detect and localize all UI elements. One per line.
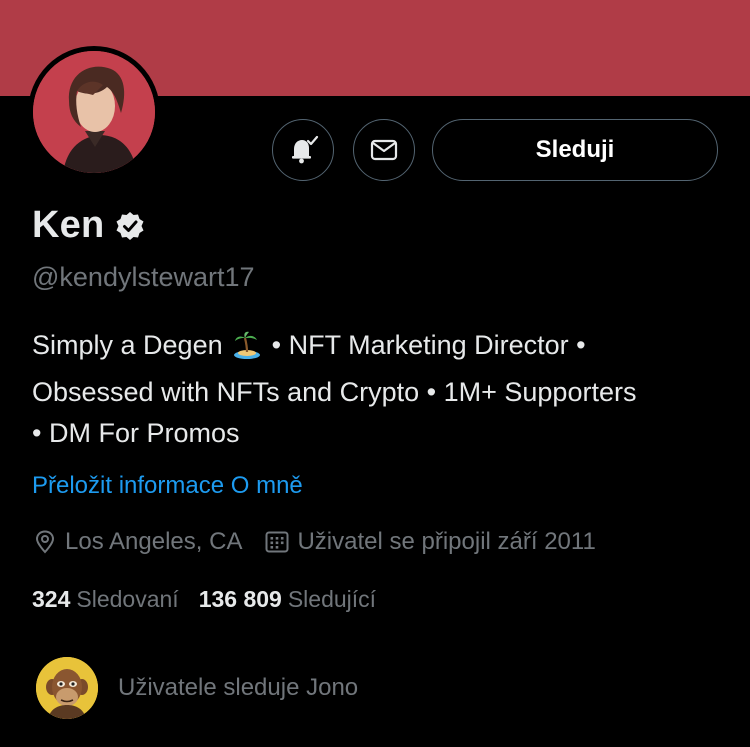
envelope-icon [370, 139, 398, 161]
profile-avatar[interactable] [28, 46, 160, 178]
followers-link[interactable]: 136 809 Sledující [199, 586, 376, 613]
following-count: 324 [32, 586, 71, 612]
profile-name-row: Ken [32, 204, 146, 247]
location-item: Los Angeles, CA [32, 528, 242, 556]
followers-count: 136 809 [198, 586, 282, 612]
bio-line: Obsessed with NFTs and Crypto • 1M+ Supp… [32, 377, 637, 407]
location-pin-icon [35, 530, 55, 554]
joined-text: Uživatel se připojil září 2011 [297, 528, 596, 555]
profile-bio: Simply a Degen • NFT Marketing Director … [32, 325, 722, 454]
bio-line: Simply a Degen • NFT Marketing Director … [32, 325, 722, 372]
profile-name: Ken [32, 204, 105, 246]
bell-check-icon [292, 135, 319, 164]
follow-stats: 324 Sledovaní 136 809 Sledující [32, 586, 376, 613]
translate-bio-link[interactable]: Přeložit informace O mně [32, 472, 303, 500]
follower-avatar [36, 657, 98, 719]
following-label: Sledovaní [76, 586, 179, 612]
profile-meta: Los Angeles, CA Uživatel se připojil zář… [32, 528, 596, 556]
joined-item: Uživatel se připojil září 2011 [264, 528, 596, 556]
ape-avatar-image [36, 657, 98, 719]
profile-handle: @kendylstewart17 [32, 262, 255, 292]
notifications-button[interactable] [272, 119, 334, 181]
followed-by-row[interactable]: Uživatele sleduje Jono [36, 657, 358, 719]
desert-island-emoji [232, 330, 262, 372]
bio-line: • DM For Promos [32, 418, 240, 448]
following-button[interactable]: Sleduji [432, 119, 718, 181]
following-link[interactable]: 324 Sledovaní [32, 586, 179, 613]
verified-badge-icon[interactable] [114, 210, 146, 242]
followers-label: Sledující [287, 586, 377, 612]
avatar-image [33, 51, 155, 173]
location-text: Los Angeles, CA [65, 528, 243, 555]
followed-by-text: Uživatele sleduje Jono [118, 674, 359, 701]
calendar-icon [265, 531, 289, 553]
message-button[interactable] [353, 119, 415, 181]
